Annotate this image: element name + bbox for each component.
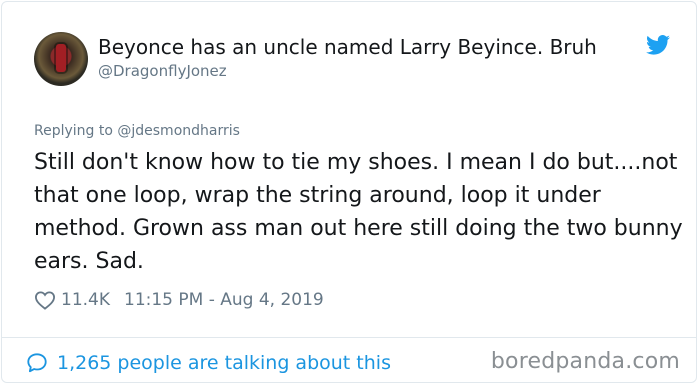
tweet-meta: 11.4K 11:15 PM - Aug 4, 2019 <box>34 288 324 312</box>
user-handle[interactable]: @DragonflyJonez <box>98 62 227 80</box>
avatar-image-bottle <box>56 44 66 72</box>
replying-to[interactable]: Replying to @jdesmondharris <box>34 123 240 139</box>
twitter-bird-icon[interactable] <box>646 35 670 55</box>
talking-about-label[interactable]: 1,265 people are talking about this <box>57 352 391 374</box>
tweet-text: Still don't know how to tie my shoes. I … <box>34 150 683 274</box>
timestamp[interactable]: 11:15 PM - Aug 4, 2019 <box>124 290 324 310</box>
tweet-card[interactable]: Beyonce has an uncle named Larry Beyince… <box>1 1 697 383</box>
avatar[interactable] <box>34 32 88 86</box>
display-name[interactable]: Beyonce has an uncle named Larry Beyince… <box>98 35 597 59</box>
divider <box>2 337 696 338</box>
boredpanda-watermark: boredpanda.com <box>490 349 680 374</box>
speech-bubble-icon <box>27 353 47 373</box>
heart-outline-icon[interactable] <box>34 290 56 310</box>
talking-about-link[interactable]: 1,265 people are talking about this <box>26 349 391 377</box>
like-count[interactable]: 11.4K <box>61 290 110 310</box>
